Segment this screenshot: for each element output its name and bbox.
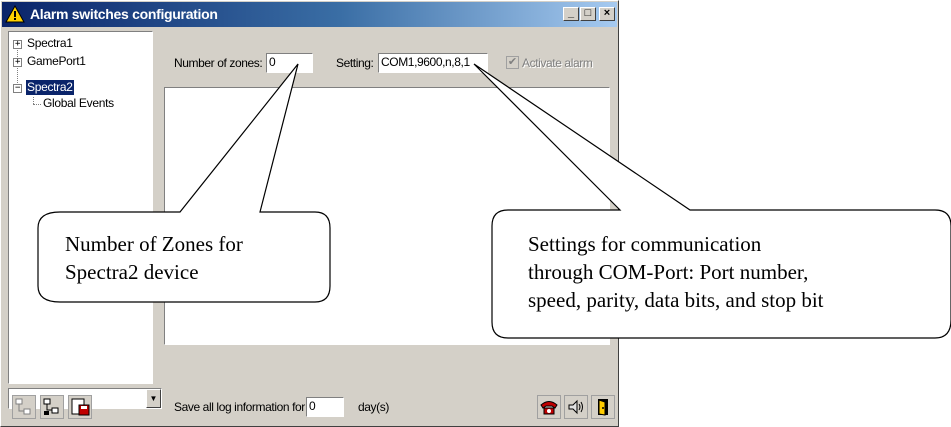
callout-bubbles <box>37 63 951 339</box>
callout-line: Settings for communication <box>528 232 762 256</box>
zones-callout-text: Number of Zones for Spectra2 device <box>65 230 243 286</box>
settings-callout-text: Settings for communication through COM-P… <box>528 230 824 314</box>
callout-line: Number of Zones for <box>65 232 243 256</box>
callout-line: speed, parity, data bits, and stop bit <box>528 288 824 312</box>
callout-line: Spectra2 device <box>65 260 199 284</box>
callout-line: through COM-Port: Port number, <box>528 260 809 284</box>
